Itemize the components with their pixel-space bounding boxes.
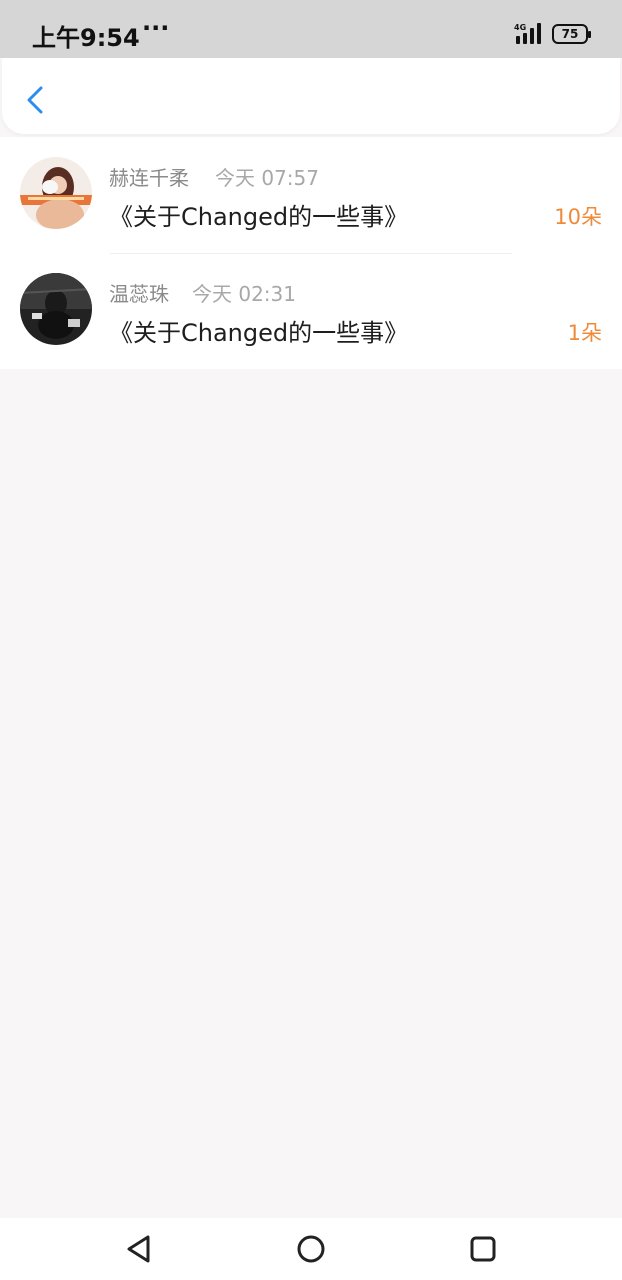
network-type-label: 4G bbox=[514, 23, 526, 32]
sender-name: 赫连千柔 bbox=[109, 166, 189, 190]
top-app-bar bbox=[2, 58, 620, 134]
signal-icon: 4G bbox=[514, 23, 541, 44]
battery-level: 75 bbox=[561, 27, 579, 41]
chevron-left-icon[interactable] bbox=[22, 82, 52, 118]
sender-name: 温蕊珠 bbox=[109, 282, 169, 306]
status-bar: 上午9:54 ··· 4G 75 bbox=[0, 0, 622, 58]
list-item[interactable]: 温蕊珠 今天 02:31 《关于Changed的一些事》 1朵 bbox=[0, 253, 622, 369]
flower-count: 1朵 bbox=[567, 321, 602, 345]
sent-time: 今天 02:31 bbox=[192, 282, 296, 306]
user-avatar-image bbox=[20, 273, 92, 345]
list-item[interactable]: 赫连千柔 今天 07:57 《关于Changed的一些事》 10朵 bbox=[0, 137, 622, 253]
square-recents-icon[interactable] bbox=[466, 1232, 500, 1266]
user-avatar-image bbox=[20, 157, 92, 229]
more-notifications-icon: ··· bbox=[142, 14, 170, 42]
battery-icon: 75 bbox=[552, 24, 591, 44]
status-time: 上午9:54 bbox=[32, 24, 140, 52]
flower-count: 10朵 bbox=[554, 205, 602, 229]
gift-record-list: 赫连千柔 今天 07:57 《关于Changed的一些事》 10朵 温蕊珠 今天… bbox=[0, 137, 622, 369]
circle-home-icon[interactable] bbox=[294, 1232, 328, 1266]
triangle-back-icon[interactable] bbox=[122, 1232, 156, 1266]
avatar[interactable] bbox=[20, 273, 92, 345]
avatar[interactable] bbox=[20, 157, 92, 229]
sent-time: 今天 07:57 bbox=[215, 166, 319, 190]
article-title: 《关于Changed的一些事》 bbox=[109, 319, 409, 347]
system-navigation-bar bbox=[0, 1218, 622, 1280]
article-title: 《关于Changed的一些事》 bbox=[109, 203, 409, 231]
